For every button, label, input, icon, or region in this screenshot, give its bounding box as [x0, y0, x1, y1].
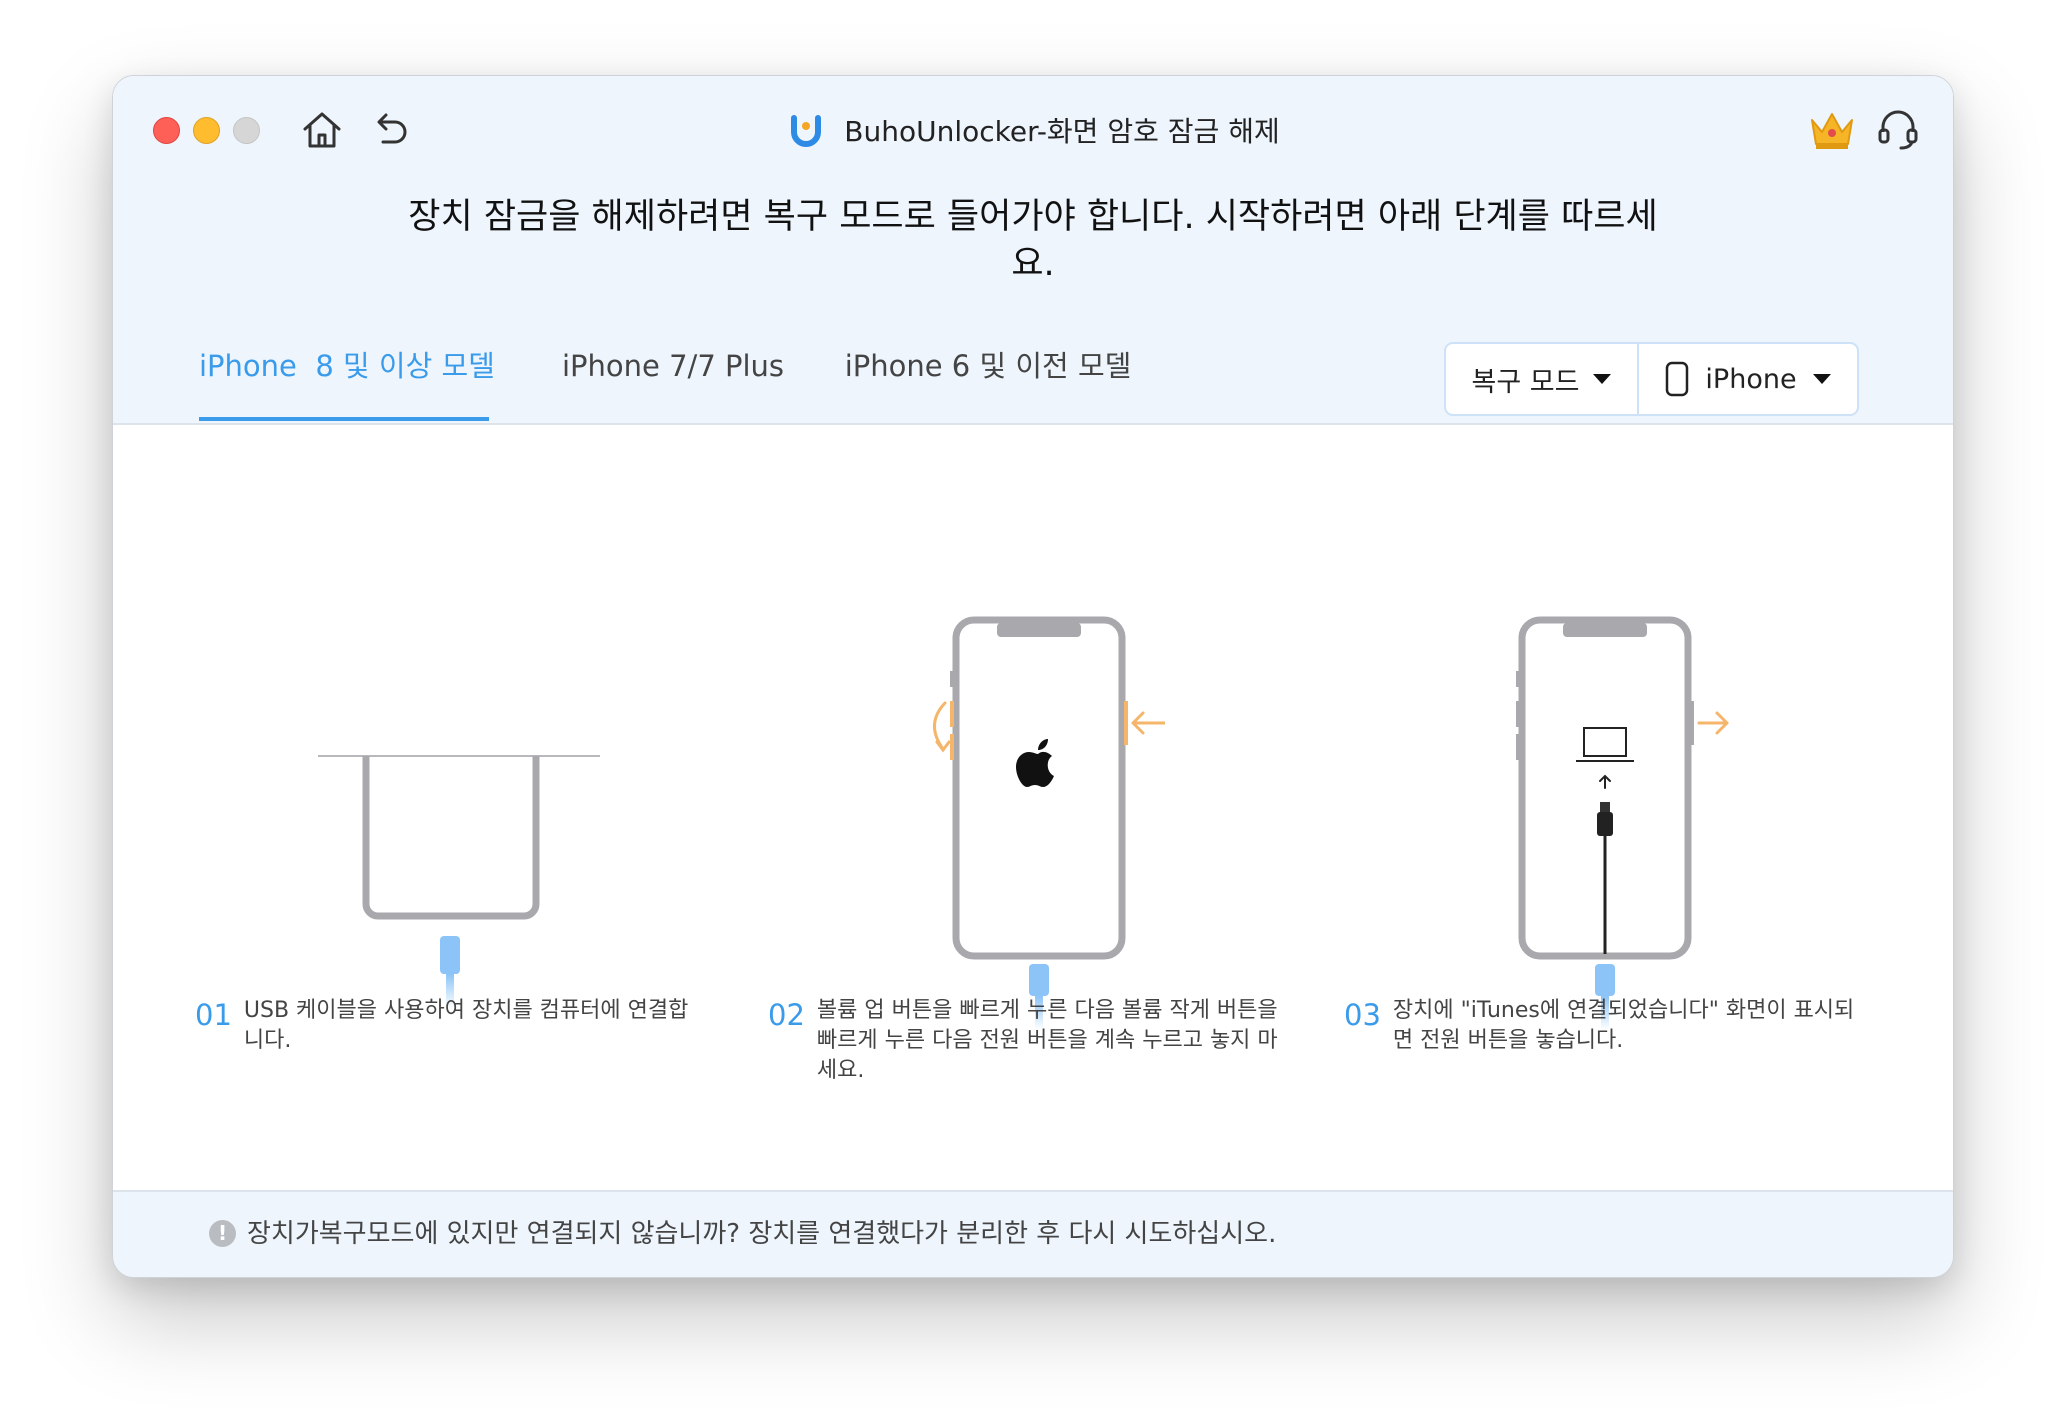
tab-iphone-6-and-earlier[interactable]: iPhone 6 및 이전 모델 — [833, 341, 1143, 421]
chevron-down-icon — [1812, 374, 1831, 384]
tab-iphone-8-and-later[interactable]: iPhone 8 및 이상 모델 — [199, 341, 495, 421]
app-window: BuhoUnlocker-화면 암호 잠금 해제 장치 잠금을 해제하려면 복구… — [112, 75, 1954, 1278]
tab-label: iPhone 8 및 이상 모델 — [199, 349, 495, 383]
mode-device-selector: 복구 모드 iPhone — [1444, 342, 1859, 416]
headline-line-2: 요. — [1011, 244, 1055, 284]
step-1: 01 USB 케이블을 사용하여 장치를 컴퓨터에 연결합니다. — [195, 996, 705, 1056]
apple-logo-icon — [1016, 739, 1054, 787]
tab-label: iPhone 6 및 이전 모델 — [844, 349, 1132, 383]
help-notice: 장치가복구모드에 있지만 연결되지 않습니까? 장치를 연결했다가 분리한 후 … — [247, 1219, 1277, 1249]
title-bar: BuhoUnlocker-화면 암호 잠금 해제 — [113, 106, 1953, 154]
step-text: 볼륨 업 버튼을 빠르게 누른 다음 볼륨 작게 버튼을 빠르게 누른 다음 전… — [816, 998, 1278, 1083]
step-2: 02 볼륨 업 버튼을 빠르게 누른 다음 볼륨 작게 버튼을 빠르게 누른 다… — [768, 996, 1288, 1086]
help-bar: ! 장치가복구모드에 있지만 연결되지 않습니까? 장치를 연결했다가 분리한 … — [113, 1190, 1953, 1277]
step-number: 01 — [195, 998, 232, 1032]
mode-dropdown[interactable]: 복구 모드 — [1446, 344, 1637, 414]
step-number: 02 — [768, 998, 805, 1032]
step-3-illustration — [1516, 616, 1729, 1030]
buho-logo-icon — [791, 115, 822, 147]
step-3: 03 장치에 "iTunes에 연결되었습니다" 화면이 표시되면 전원 버튼을… — [1344, 996, 1874, 1056]
step-1-illustration — [318, 755, 600, 1008]
chevron-down-icon — [1593, 374, 1612, 384]
headline-line-1: 장치 잠금을 해제하려면 복구 모드로 들어가야 합니다. 시작하려면 아래 단… — [408, 197, 1658, 237]
step-text: USB 케이블을 사용하여 장치를 컴퓨터에 연결합니다. — [243, 998, 689, 1053]
tab-label: iPhone 7/7 Plus — [561, 349, 785, 383]
device-dropdown[interactable]: iPhone — [1639, 344, 1857, 414]
device-dropdown-label: iPhone — [1705, 363, 1797, 395]
crown-icon[interactable] — [1807, 106, 1857, 152]
step-number: 03 — [1344, 998, 1381, 1032]
info-icon: ! — [209, 1220, 236, 1247]
mode-dropdown-label: 복구 모드 — [1471, 366, 1580, 398]
active-tab-underline — [199, 417, 489, 421]
header-band: BuhoUnlocker-화면 암호 잠금 해제 장치 잠금을 해제하려면 복구… — [113, 76, 1953, 425]
laptop-icon — [1576, 727, 1634, 762]
phone-icon — [1666, 361, 1689, 397]
headset-icon[interactable] — [1875, 106, 1921, 152]
step-text: 장치에 "iTunes에 연결되었습니다" 화면이 표시되면 전원 버튼을 놓습… — [1392, 998, 1855, 1053]
step-2-illustration — [933, 616, 1165, 1030]
app-title: BuhoUnlocker-화면 암호 잠금 해제 — [844, 115, 1280, 148]
tab-iphone-7[interactable]: iPhone 7/7 Plus — [543, 341, 803, 421]
instruction-headline: 장치 잠금을 해제하려면 복구 모드로 들어가야 합니다. 시작하려면 아래 단… — [393, 194, 1673, 288]
